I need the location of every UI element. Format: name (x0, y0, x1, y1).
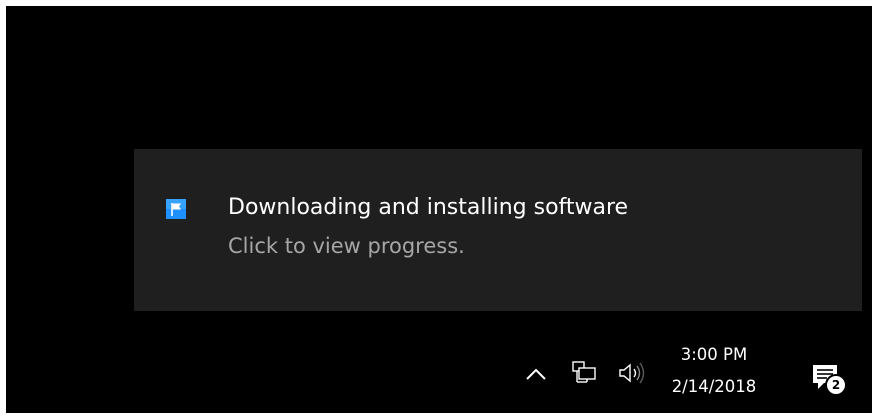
notification-body: Click to view progress. (228, 234, 465, 258)
notification-count-badge: 2 (825, 374, 847, 396)
clock-date: 2/14/2018 (671, 377, 757, 396)
action-center-button[interactable]: 2 (806, 356, 847, 400)
network-icon[interactable] (569, 360, 599, 386)
windows-update-flag-icon (166, 199, 186, 219)
notification-toast[interactable]: Downloading and installing software Clic… (134, 149, 862, 311)
taskbar-clock[interactable]: 3:00 PM 2/14/2018 (661, 342, 767, 406)
clock-time: 3:00 PM (680, 345, 748, 364)
chevron-up-icon[interactable] (524, 362, 548, 386)
notification-title: Downloading and installing software (228, 195, 629, 220)
desktop: Downloading and installing software Clic… (6, 6, 872, 413)
volume-icon[interactable] (616, 360, 650, 386)
